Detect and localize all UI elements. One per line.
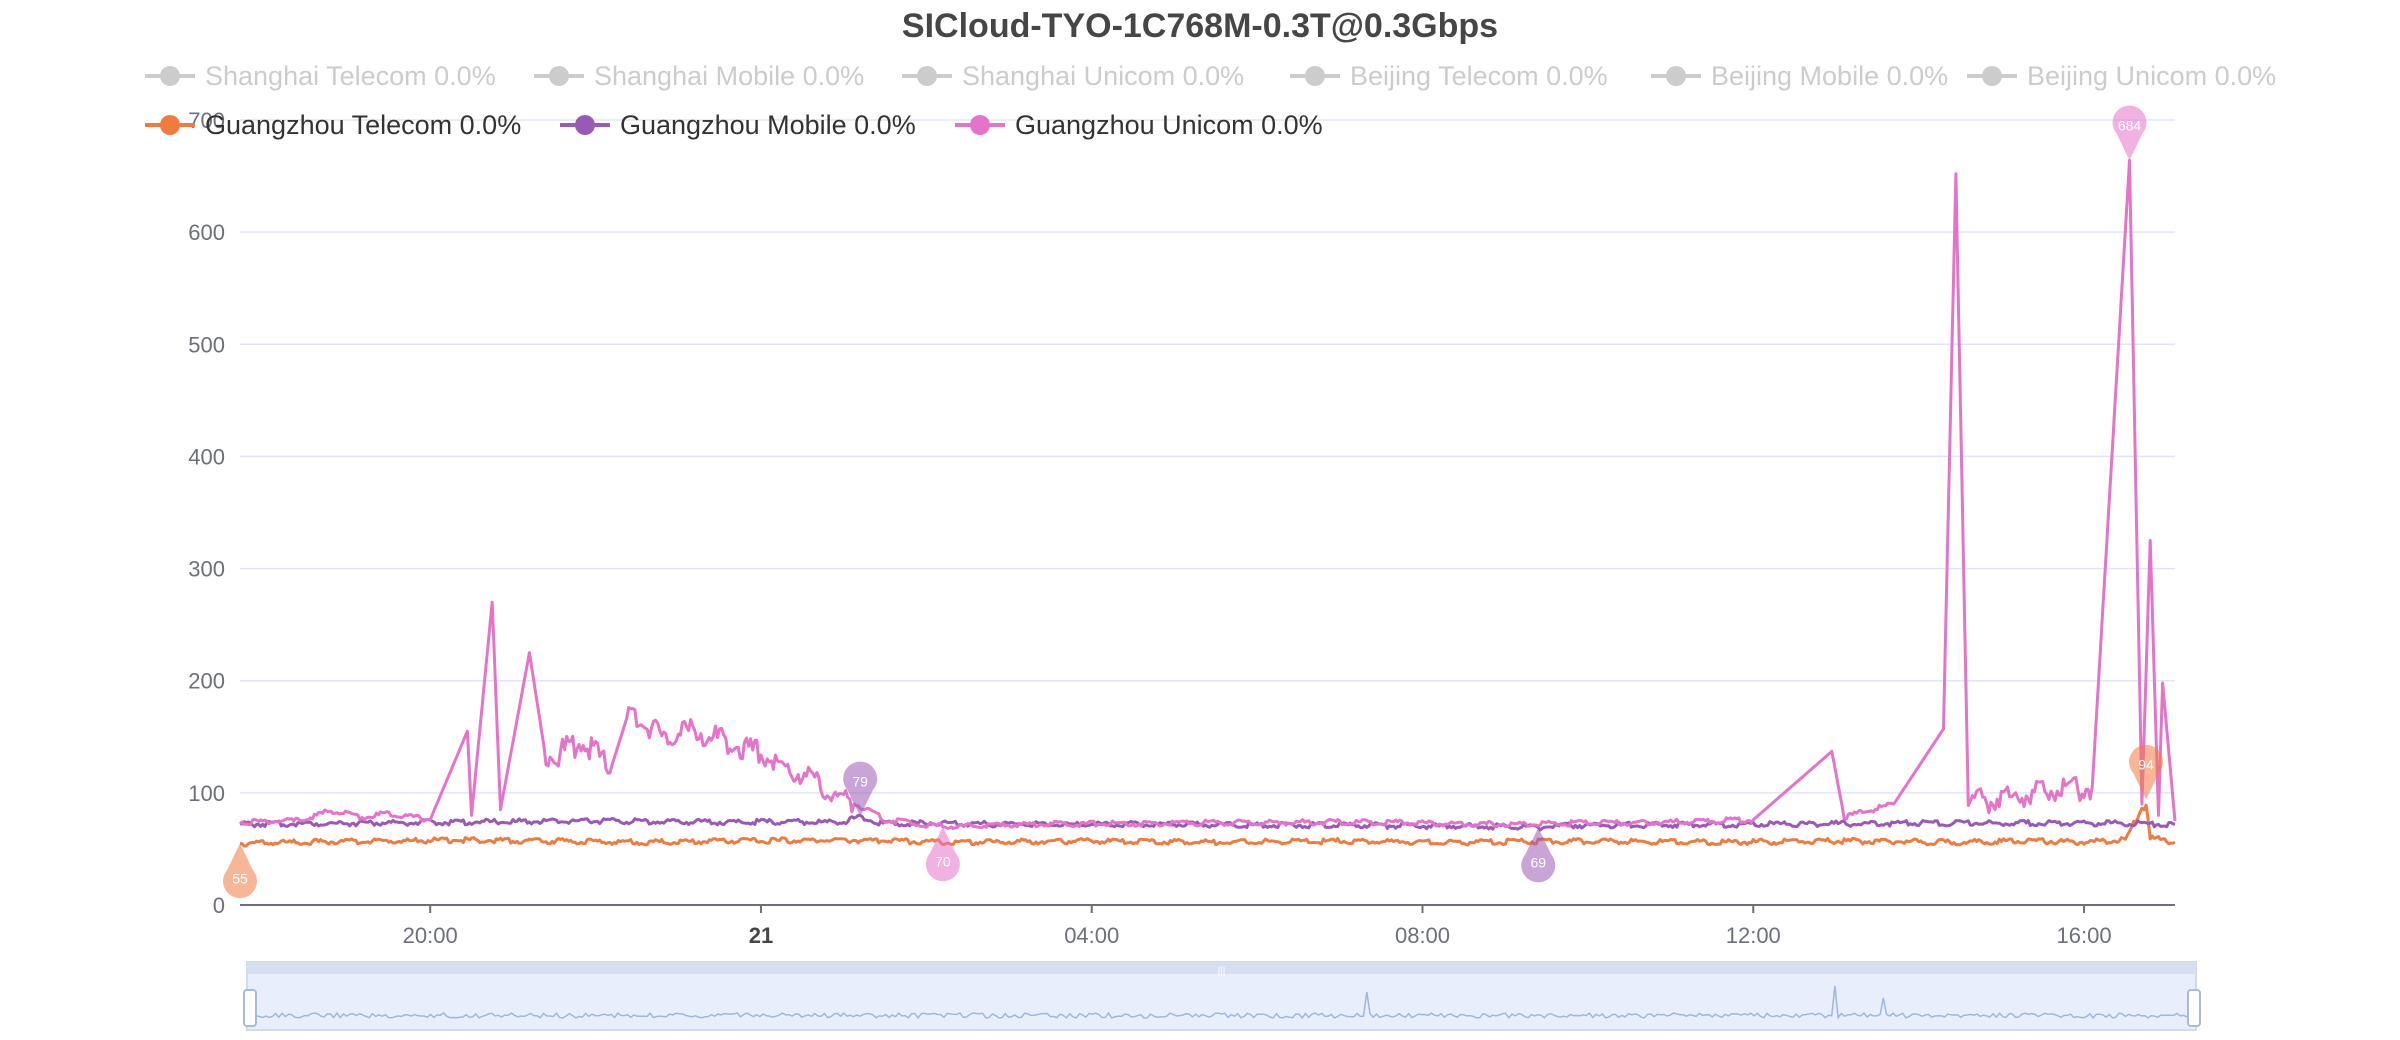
- zoom-grip-icon: |||: [1218, 966, 1226, 977]
- x-tick-label: 16:00: [2057, 923, 2112, 948]
- legend-label: Guangzhou Telecom 0.0%: [205, 110, 521, 140]
- y-tick-label: 200: [188, 669, 225, 694]
- x-tick-labels: 20:00 21 04:00 08:00 12:00 16:00: [403, 923, 2112, 948]
- pin-marker: 684: [2112, 105, 2147, 161]
- legend-label: Shanghai Mobile 0.0%: [594, 61, 864, 91]
- legend-dot-icon: [970, 115, 990, 135]
- y-tick-label: 500: [188, 332, 225, 357]
- legend-label: Beijing Telecom 0.0%: [1350, 61, 1608, 91]
- y-gridlines: [240, 119, 2175, 794]
- series-line-guangzhou-unicom: [238, 158, 2177, 831]
- legend-item[interactable]: Shanghai Telecom 0.0%: [145, 61, 496, 91]
- pin-marker-label: 70: [935, 854, 951, 870]
- legend-label: Beijing Unicom 0.0%: [2027, 61, 2276, 91]
- data-zoom-slider[interactable]: |||: [243, 961, 2201, 1031]
- zoom-right-handle: [2187, 989, 2201, 1027]
- pin-marker-label: 94: [2138, 757, 2154, 773]
- y-tick-label: 400: [188, 444, 225, 469]
- pin-marker: 79: [843, 761, 878, 817]
- line-chart: SICloud-TYO-1C768M-0.3T@0.3Gbps 0 100 200 3…: [145, 7, 2276, 1031]
- legend-label: Shanghai Unicom 0.0%: [962, 61, 1244, 91]
- data-markers: 55 94 79 69 70 684: [223, 105, 2164, 899]
- x-tick-label: 12:00: [1726, 923, 1781, 948]
- chart-title: SICloud-TYO-1C768M-0.3T@0.3Gbps: [902, 7, 1498, 45]
- pin-marker: 69: [1521, 827, 1556, 883]
- legend-label: Guangzhou Unicom 0.0%: [1015, 110, 1323, 140]
- legend-dot-icon: [1982, 66, 2002, 86]
- x-tick-label: 20:00: [403, 923, 458, 948]
- series-lines: [238, 158, 2177, 848]
- legend-item[interactable]: Guangzhou Unicom 0.0%: [955, 110, 1323, 140]
- legend-dot-icon: [160, 115, 180, 135]
- legend-item[interactable]: Shanghai Mobile 0.0%: [534, 61, 864, 91]
- legend-item[interactable]: Beijing Mobile 0.0%: [1651, 61, 1948, 91]
- legend-label: Shanghai Telecom 0.0%: [205, 61, 496, 91]
- legend-dot-icon: [917, 66, 937, 86]
- pin-marker-label: 55: [232, 870, 248, 886]
- x-tick-label: 08:00: [1395, 923, 1450, 948]
- x-tick-label: 04:00: [1064, 923, 1119, 948]
- y-tick-label: 300: [188, 557, 225, 582]
- pin-marker: 70: [925, 826, 960, 882]
- legend-dot-icon: [575, 115, 595, 135]
- y-tick-label: 600: [188, 220, 225, 245]
- legend-dot-icon: [549, 66, 569, 86]
- legend-label: Beijing Mobile 0.0%: [1711, 61, 1948, 91]
- legend[interactable]: Shanghai Telecom 0.0% Shanghai Mobile 0.0…: [145, 61, 2276, 140]
- legend-item[interactable]: Guangzhou Mobile 0.0%: [560, 110, 916, 140]
- y-tick-labels: 0100200300400500600700: [188, 108, 225, 918]
- zoom-left-handle: [243, 989, 257, 1027]
- legend-item[interactable]: Shanghai Unicom 0.0%: [902, 61, 1244, 91]
- pin-marker-label: 684: [2118, 117, 2142, 133]
- x-axis: [240, 904, 2175, 913]
- legend-dot-icon: [1305, 66, 1325, 86]
- legend-dot-icon: [1666, 66, 1686, 86]
- legend-dot-icon: [160, 66, 180, 86]
- legend-item[interactable]: Beijing Telecom 0.0%: [1290, 61, 1608, 91]
- pin-marker-label: 69: [1530, 855, 1546, 871]
- y-tick-label: 0: [213, 893, 225, 918]
- y-tick-label: 100: [188, 781, 225, 806]
- x-tick-label: 21: [749, 923, 773, 948]
- pin-marker-label: 79: [852, 773, 868, 789]
- pin-marker: 55: [223, 843, 257, 899]
- legend-item[interactable]: Beijing Unicom 0.0%: [1967, 61, 2276, 91]
- legend-label: Guangzhou Mobile 0.0%: [620, 110, 916, 140]
